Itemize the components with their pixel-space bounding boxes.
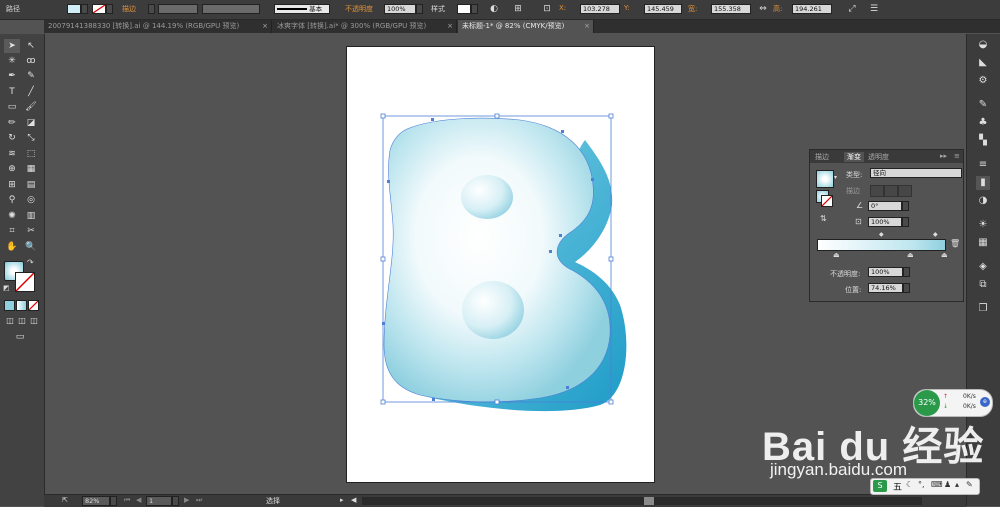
scroll-left-icon[interactable]: ◀ <box>351 496 356 504</box>
chevron-down-icon[interactable]: ▾ <box>834 174 837 181</box>
location-label: 位置: <box>845 286 862 294</box>
user-icon[interactable]: ♟ <box>944 480 951 489</box>
opacity-field[interactable]: 100% <box>868 267 903 277</box>
zoom-field[interactable]: 82% <box>82 496 110 506</box>
baidu-url: jingyan.baidu.com <box>770 460 908 479</box>
midpoint-diamond-icon[interactable]: ◆ <box>933 231 938 238</box>
wrench-icon[interactable]: ✎ <box>966 480 973 489</box>
color-stop-white[interactable]: ⏏ <box>833 251 840 259</box>
stroke-panel-icon[interactable]: ≡ <box>976 158 990 172</box>
gradient-panel-icon[interactable]: ▮ <box>976 176 990 190</box>
zoom-dropdown[interactable] <box>110 496 117 506</box>
opacity-dropdown[interactable] <box>903 267 910 277</box>
page-field[interactable]: 1 <box>146 496 172 506</box>
page-dropdown[interactable] <box>172 496 179 506</box>
gradient-type-select[interactable]: 径向 <box>870 168 962 178</box>
first-page-icon[interactable]: ⏮ <box>124 496 130 505</box>
status-menu-icon[interactable]: ▸ <box>340 496 344 504</box>
color-stop-end[interactable]: ⏏ <box>941 251 948 259</box>
transparency-icon[interactable]: ◑ <box>976 194 990 208</box>
sogou-logo-icon: S <box>873 480 887 492</box>
ime-toolbar[interactable]: S 五 ☾ °, ⌨ ♟ ▴ ✎ <box>870 478 980 495</box>
letter-b-upper-bump <box>461 175 513 219</box>
tab-stroke[interactable]: 描边 <box>815 152 829 162</box>
swatches-icon[interactable]: ⚙ <box>976 74 990 88</box>
letter-b-lower-bump <box>462 281 524 339</box>
share-icon[interactable]: ⇱ <box>62 496 68 504</box>
none-slash-icon <box>822 196 832 206</box>
current-tool-label: 选择 <box>266 497 280 505</box>
scrollbar-thumb[interactable] <box>644 497 654 505</box>
download-speed: 0K/s <box>963 403 976 410</box>
color-guide-icon[interactable]: ◣ <box>976 56 990 70</box>
tab-transparency[interactable]: 透明度 <box>868 152 889 162</box>
angle-dropdown[interactable] <box>902 201 909 211</box>
stroke-gradient-within-button[interactable] <box>870 185 884 197</box>
last-page-icon[interactable]: ⏭ <box>196 496 202 505</box>
location-field[interactable]: 74.16% <box>868 283 903 293</box>
upload-speed: 0K/s <box>963 393 976 400</box>
stroke-gradient-along-button[interactable] <box>884 185 898 197</box>
graphic-styles-icon[interactable]: ▚ <box>976 134 990 148</box>
stroke-proxy-icon[interactable] <box>821 195 833 207</box>
align-icon[interactable]: ▦ <box>976 236 990 250</box>
upload-arrow-icon: ↑ <box>943 393 949 400</box>
ime-mode-label[interactable]: 五 <box>893 480 902 493</box>
libraries-icon[interactable]: ❐ <box>976 302 990 316</box>
panel-menu-icon[interactable]: ≡ <box>954 152 960 160</box>
panel-header: 描边 渐变 透明度 ▸▸ ≡ <box>810 150 963 163</box>
stroke-label: 描边 <box>846 187 860 195</box>
symbols-icon[interactable]: ♣ <box>976 116 990 130</box>
punctuation-icon[interactable]: °, <box>918 480 925 489</box>
angle-field[interactable]: 0° <box>868 201 902 211</box>
gradient-thumbnail[interactable] <box>816 170 834 188</box>
midpoint-diamond-icon[interactable]: ◆ <box>879 231 884 238</box>
color-panel-icon[interactable]: ◒ <box>976 38 990 52</box>
skin-icon[interactable]: ▴ <box>955 480 959 489</box>
half-width-icon[interactable]: ☾ <box>906 480 913 489</box>
baidu-watermark: Bai du 经验 jingyan.baidu.com <box>762 400 983 485</box>
opacity-label: 不透明度: <box>830 270 861 278</box>
aspect-ratio-icon: ⊡ <box>855 217 862 226</box>
aspect-ratio-field[interactable]: 100% <box>868 217 902 227</box>
tab-gradient[interactable]: 渐变 <box>844 152 864 162</box>
location-dropdown[interactable] <box>903 283 910 293</box>
brushes-icon[interactable]: ✎ <box>976 98 990 112</box>
network-icon[interactable]: e <box>980 397 990 407</box>
horizontal-scrollbar[interactable] <box>362 497 922 505</box>
type-label: 类型: <box>846 171 863 179</box>
layers-icon[interactable]: ◈ <box>976 260 990 274</box>
gradient-panel: 描边 渐变 透明度 ▸▸ ≡ ▾ 类型: 径向 描边 ⇅ ∠ 0° ⊡ 100%… <box>809 149 964 302</box>
trash-icon[interactable]: 🗑 <box>950 239 960 248</box>
artboards-icon[interactable]: ⧉ <box>976 278 990 292</box>
collapse-icon[interactable]: ▸▸ <box>940 152 947 160</box>
gradient-slider[interactable] <box>817 239 946 251</box>
keyboard-icon[interactable]: ⌨ <box>931 480 943 489</box>
stroke-gradient-across-button[interactable] <box>898 185 912 197</box>
angle-icon: ∠ <box>856 201 864 210</box>
aspect-ratio-dropdown[interactable] <box>902 217 909 227</box>
next-page-icon[interactable]: ▶ <box>184 496 189 504</box>
reverse-gradient-icon[interactable]: ⇅ <box>820 214 827 223</box>
prev-page-icon[interactable]: ◀ <box>136 496 141 504</box>
color-stop-mid[interactable]: ⏏ <box>907 251 914 259</box>
appearance-icon[interactable]: ☀ <box>976 218 990 232</box>
status-bar: ⇱ 82% ⏮ ◀ 1 ▶ ⏭ 选择 ▸ ◀ <box>44 494 966 507</box>
